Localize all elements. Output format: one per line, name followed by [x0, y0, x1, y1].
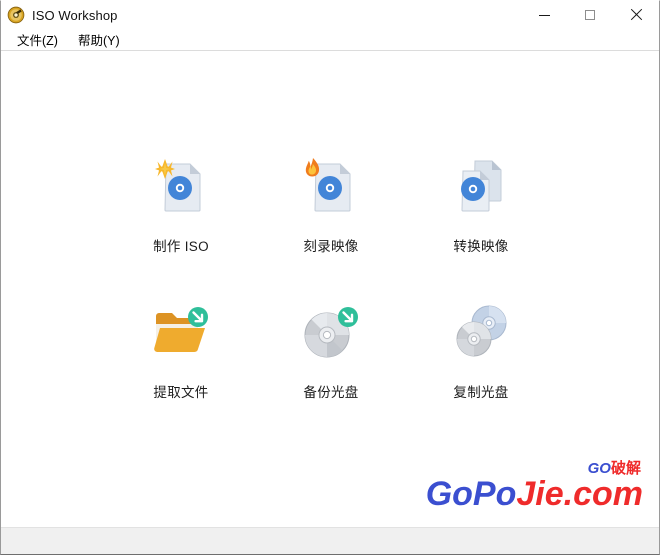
- menu-bar: 文件(Z) 帮助(Y): [1, 29, 659, 51]
- tile-label: 制作 ISO: [153, 239, 209, 254]
- tile-backup-disc[interactable]: 备份光盘: [256, 297, 406, 443]
- tile-copy-disc[interactable]: 复制光盘: [406, 297, 556, 443]
- convert-image-icon: [461, 160, 502, 212]
- make-iso-icon: [155, 159, 201, 212]
- title-bar[interactable]: ISO Workshop: [1, 1, 659, 29]
- tile-label: 复制光盘: [453, 385, 509, 400]
- copy-disc-icon: [456, 305, 507, 357]
- tile-convert-image[interactable]: 转换映像: [406, 151, 556, 297]
- menu-help[interactable]: 帮助(Y): [70, 28, 128, 52]
- tile-burn-image[interactable]: 刻录映像: [256, 151, 406, 297]
- watermark-com: .com: [563, 475, 643, 513]
- status-bar: [1, 527, 659, 554]
- watermark-gopo: GoPo: [425, 475, 517, 513]
- watermark-main: GoPoJie.com: [426, 477, 643, 511]
- watermark-superscript: GO破解: [588, 461, 641, 476]
- maximize-button[interactable]: [567, 1, 613, 29]
- maximize-icon: [585, 10, 595, 20]
- window-controls: [521, 1, 659, 29]
- watermark: GO破解 GoPoJie.com: [426, 461, 643, 511]
- window-title: ISO Workshop: [32, 7, 118, 23]
- iso-disc-logo-icon: [7, 6, 25, 24]
- app-window: ISO Workshop 文件(Z) 帮助(Y) 制作 ISO 刻录映像 转换映…: [0, 0, 660, 555]
- minimize-icon: [538, 14, 550, 16]
- tile-label: 转换映像: [453, 239, 509, 254]
- watermark-sup-cn: 破解: [610, 460, 641, 477]
- close-icon: [630, 9, 642, 21]
- action-tile-grid: 制作 ISO 刻录映像 转换映像 提取文件 备份光盘 复制光盘: [106, 151, 576, 443]
- burn-image-icon: [305, 158, 351, 212]
- tile-label: 提取文件: [153, 385, 209, 400]
- watermark-jie: Jie: [516, 475, 564, 513]
- extract-files-icon: [154, 307, 208, 353]
- backup-disc-icon: [304, 307, 358, 358]
- minimize-button[interactable]: [521, 1, 567, 29]
- tile-make-iso[interactable]: 制作 ISO: [106, 151, 256, 297]
- close-button[interactable]: [613, 1, 659, 29]
- menu-file[interactable]: 文件(Z): [9, 28, 66, 52]
- watermark-sup-go: GO: [587, 460, 611, 477]
- tile-extract-files[interactable]: 提取文件: [106, 297, 256, 443]
- tile-label: 刻录映像: [303, 239, 359, 254]
- tile-label: 备份光盘: [303, 385, 359, 400]
- main-content: 制作 ISO 刻录映像 转换映像 提取文件 备份光盘 复制光盘 GO破解 GoP…: [1, 51, 659, 527]
